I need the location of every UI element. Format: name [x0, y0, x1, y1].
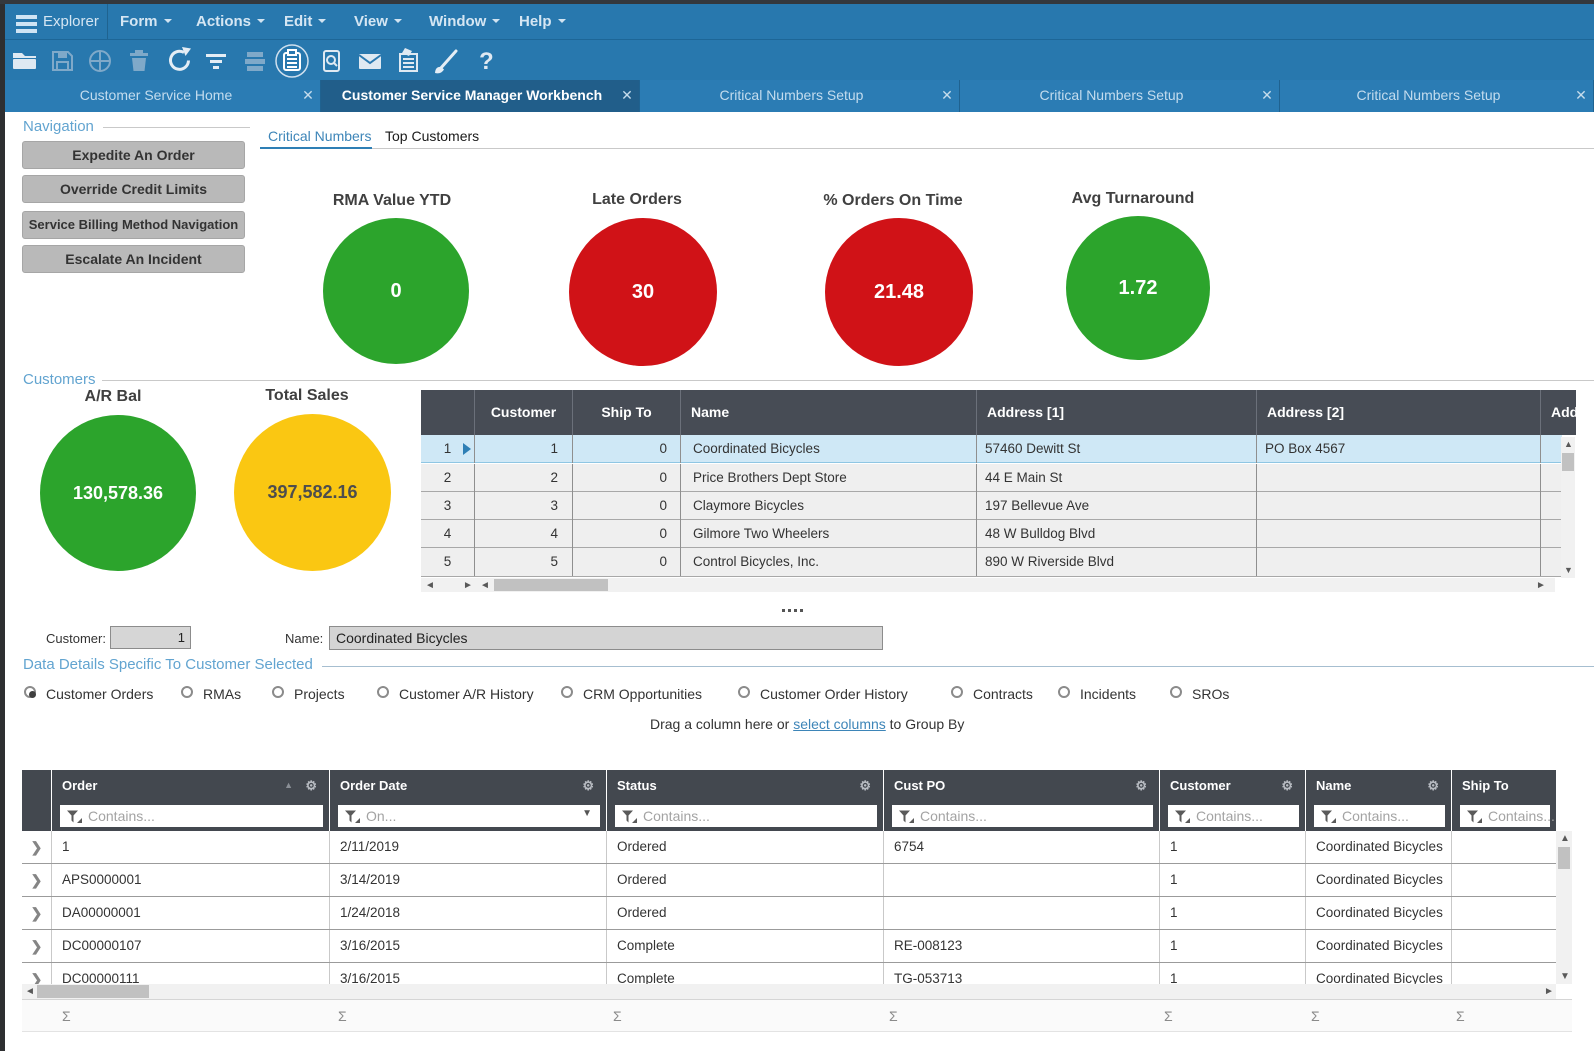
svg-text:?: ?	[479, 48, 494, 75]
